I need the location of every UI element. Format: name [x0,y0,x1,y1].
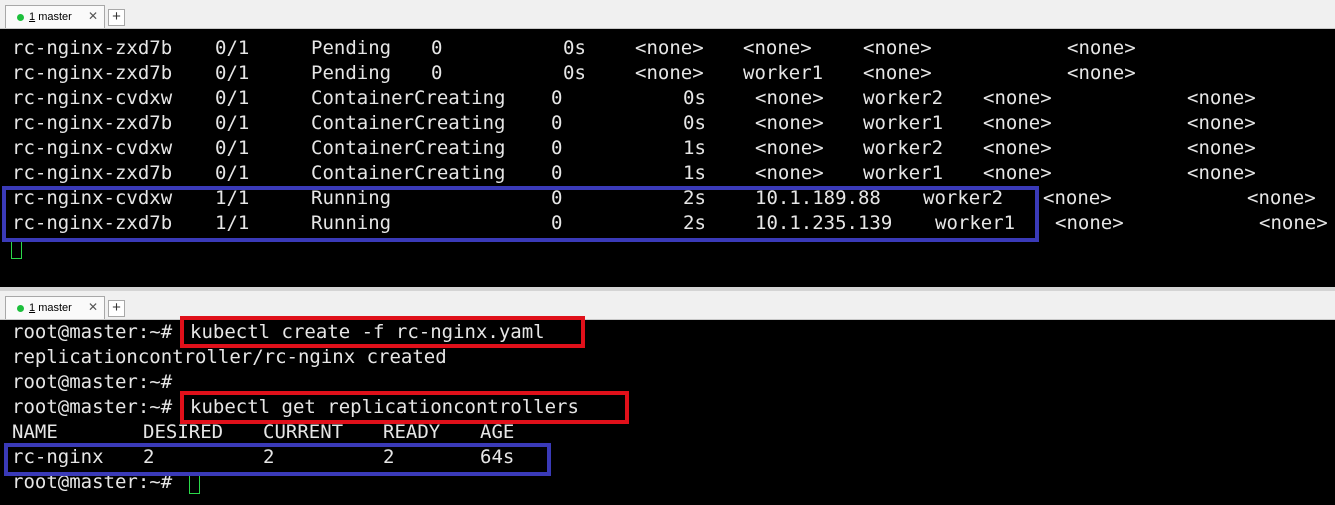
pod-node: worker1 [743,62,824,84]
highlight-box-rc-row [4,443,551,476]
pod-name: rc-nginx-zxd7b [12,112,173,134]
top-tab-bar: 1 master ✕ + [0,0,1335,29]
status-dot-icon [17,14,24,21]
pod-gates: <none> [1259,212,1328,234]
pod-nominated: <none> [1055,212,1124,234]
close-icon[interactable]: ✕ [88,9,98,23]
pod-gates: <none> [1247,187,1316,209]
pod-node: worker2 [863,137,944,159]
pod-age: 1s [683,137,706,159]
pod-name: rc-nginx-cvdxw [12,87,173,109]
pod-gates: <none> [1067,62,1136,84]
terminal-cursor [11,239,22,259]
pod-name: rc-nginx-cvdxw [12,137,173,159]
plus-icon[interactable]: + [108,9,125,26]
tab-label: master [38,11,72,23]
pod-status: ContainerCreating [311,87,506,109]
tab-master-bottom[interactable]: 1 master ✕ [5,296,105,319]
pod-status: ContainerCreating [311,162,506,184]
pod-ip: <none> [755,137,824,159]
terminal-cursor [189,474,200,494]
highlight-box-create-command [180,316,585,348]
pod-restarts: 0 [431,62,443,84]
pod-node: worker2 [863,87,944,109]
column-header: NAME [12,421,58,443]
pod-restarts: 0 [551,137,563,159]
pod-row: rc-nginx-zxd7b 0/1 ContainerCreating 0 0s <no… [0,111,1335,136]
pod-restarts: 0 [551,112,563,134]
pod-age: 0s [563,62,586,84]
pod-age: 0s [683,112,706,134]
pod-row: rc-nginx-zxd7b 0/1 ContainerCreating 0 1s <no… [0,161,1335,186]
pod-nominated: <none> [983,137,1052,159]
pod-nominated: <none> [863,37,932,59]
pod-ready: 0/1 [215,112,250,134]
terminal-line: replicationcontroller/rc-nginx created [0,345,1335,370]
pod-row: rc-nginx-cvdxw 0/1 ContainerCreating 0 0s <no… [0,86,1335,111]
pod-ip: <none> [755,162,824,184]
pod-status: ContainerCreating [311,137,506,159]
pod-nominated: <none> [983,162,1052,184]
top-terminal-pane[interactable]: rc-nginx-zxd7b 0/1 Pending 0 0s <none> <none> <… [0,29,1335,287]
pod-nominated: <none> [1043,187,1112,209]
shell-prompt: root@master:~# [12,321,173,343]
pod-gates: <none> [1187,87,1256,109]
pod-ready: 0/1 [215,87,250,109]
pod-name: rc-nginx-zxd7b [12,62,173,84]
plus-icon[interactable]: + [108,300,125,317]
tab-label: master [38,302,72,314]
pod-gates: <none> [1187,112,1256,134]
pod-node: <none> [743,37,812,59]
tab-index: 1 [29,11,36,23]
highlight-box-running-pods [2,186,1039,242]
pod-nominated: <none> [983,87,1052,109]
tab-index: 1 [29,302,36,314]
pod-restarts: 0 [551,162,563,184]
command-output: replicationcontroller/rc-nginx created [12,346,447,368]
pod-gates: <none> [1187,162,1256,184]
pod-ready: 0/1 [215,37,250,59]
status-dot-icon [17,305,24,312]
pod-age: 1s [683,162,706,184]
pod-restarts: 0 [431,37,443,59]
pod-status: Pending [311,37,392,59]
pod-age: 0s [563,37,586,59]
pod-name: rc-nginx-zxd7b [12,162,173,184]
shell-prompt: root@master:~# [12,396,173,418]
pod-status: ContainerCreating [311,112,506,134]
pod-ready: 0/1 [215,162,250,184]
highlight-box-get-command [180,391,629,424]
pod-ip: <none> [635,62,704,84]
pod-node: worker1 [863,162,944,184]
pod-gates: <none> [1067,37,1136,59]
pod-row: rc-nginx-zxd7b 0/1 Pending 0 0s <none> <none> <… [0,36,1335,61]
pod-restarts: 0 [551,87,563,109]
pod-ready: 0/1 [215,137,250,159]
tab-master-top[interactable]: 1 master ✕ [5,5,105,28]
shell-prompt: root@master:~# [12,371,173,393]
pod-ready: 0/1 [215,62,250,84]
pod-status: Pending [311,62,392,84]
pod-node: worker1 [863,112,944,134]
pod-row: rc-nginx-cvdxw 0/1 ContainerCreating 0 1s <no… [0,136,1335,161]
pod-nominated: <none> [983,112,1052,134]
pod-age: 0s [683,87,706,109]
pod-ip: <none> [635,37,704,59]
pod-gates: <none> [1187,137,1256,159]
pod-name: rc-nginx-zxd7b [12,37,173,59]
pod-ip: <none> [755,87,824,109]
pod-nominated: <none> [863,62,932,84]
close-icon[interactable]: ✕ [88,300,98,314]
pod-ip: <none> [755,112,824,134]
pod-row: rc-nginx-zxd7b 0/1 Pending 0 0s <none> worker1… [0,61,1335,86]
